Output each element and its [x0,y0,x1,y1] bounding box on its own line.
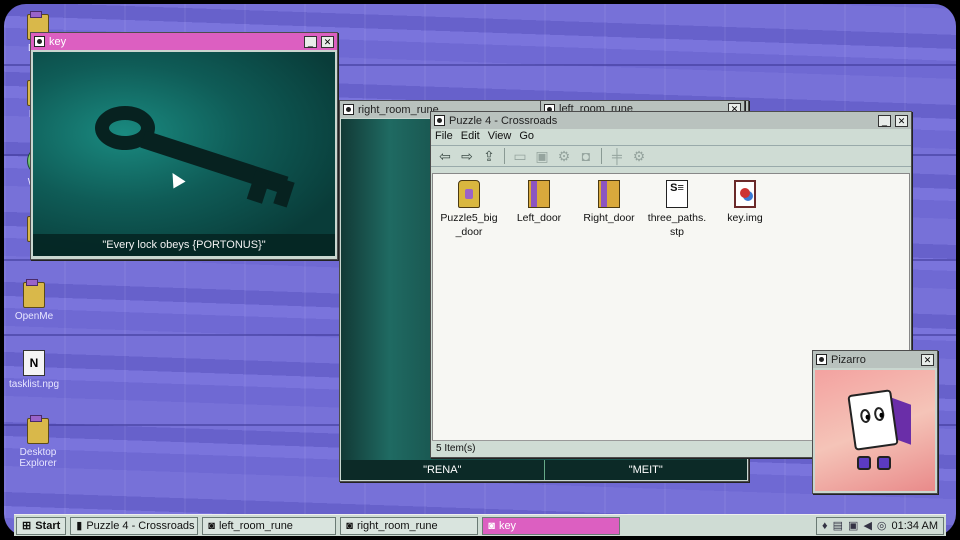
pizarro-window[interactable]: Pizarro ✕ [812,350,938,494]
clock[interactable]: 01:34 AM [892,520,938,532]
file-item[interactable]: S≡ three_paths. stp [643,180,711,239]
settings-gear-icon[interactable]: ⚙ [555,148,573,164]
taskbar-item-key[interactable]: ◙ key [482,516,621,535]
taskbar-item-puzzle[interactable]: ▮ Puzzle 4 - Crossroads [70,516,199,535]
rune-right-text: "MEIT" [628,464,663,476]
file-name: key.img [727,212,763,224]
menu-go[interactable]: Go [519,130,534,144]
lightbulb-icon [816,354,827,365]
desktop-icon-desktop-explorer[interactable]: Desktop Explorer [10,415,66,469]
taskbar-item-left-room-rune[interactable]: ◙ left_room_rune [202,516,337,535]
taskbar-item-right-room-rune[interactable]: ◙ right_room_rune [340,516,479,535]
minimize-button[interactable]: _ [304,35,317,48]
window-title: Pizarro [831,353,866,366]
image-viewer-icon: ◙ [488,519,495,532]
menu-edit[interactable]: Edit [461,130,480,144]
menu-bar: File Edit View Go [431,129,911,145]
network-icon[interactable]: ▤ [833,519,843,532]
close-button[interactable]: ✕ [321,35,334,48]
lightbulb-icon[interactable]: ♦ [822,520,828,532]
cut-icon[interactable]: ▭ [511,148,529,164]
image-icon [734,180,756,208]
image-viewer-icon: ◙ [208,519,215,532]
folder-icon [434,115,445,126]
file-name: Right_door [583,212,635,224]
taskbar-item-label: Puzzle 4 - Crossroads [86,519,195,532]
folder-icon [23,279,45,308]
window-titlebar[interactable]: key _ ✕ [31,33,337,50]
close-button[interactable]: ✕ [895,114,908,127]
start-button[interactable]: ⊞ Start [16,516,67,535]
desktop-icon-label: Desktop Explorer [19,447,57,469]
window-titlebar[interactable]: Puzzle 4 - Crossroads _ ✕ [431,112,911,129]
mascot-body-shape [847,389,899,451]
window-titlebar[interactable]: Pizarro ✕ [813,351,937,368]
start-logo-icon: ⊞ [22,520,32,532]
taskbar-item-label: right_room_rune [356,519,438,532]
desktop-icon-label: tasklist.npg [8,379,60,390]
toolbar-divider [601,148,602,164]
menu-view[interactable]: View [488,130,512,144]
mascot-eye [873,406,886,422]
properties-icon[interactable]: ◘ [577,148,595,164]
key-caption: "Every lock obeys {PORTONUS}" [33,234,335,256]
toolbar-divider [504,148,505,164]
file-name: Puzzle5_big _door [440,212,498,238]
locked-bag-icon [458,180,480,208]
mascot-eye [859,408,872,424]
file-item[interactable]: Right_door [575,180,643,225]
refresh-icon[interactable]: ⚙ [630,148,648,164]
taskbar-item-label: key [498,519,517,532]
key-image: "Every lock obeys {PORTONUS}" [33,52,335,256]
file-item[interactable]: key.img [711,180,779,225]
folder-icon [598,180,620,208]
taskbar: ⊞ Start ▮ Puzzle 4 - Crossroads ◙ left_r… [14,514,946,536]
folder-icon: ▮ [76,520,83,532]
file-item[interactable]: Puzzle5_big _door [435,180,503,239]
up-folder-icon[interactable]: ⇪ [480,148,498,164]
back-arrow-icon[interactable]: ⇦ [436,148,454,164]
copy-icon[interactable]: ▣ [533,148,551,164]
window-title: Puzzle 4 - Crossroads [449,114,558,127]
forward-arrow-icon[interactable]: ⇨ [458,148,476,164]
document-icon: N [23,350,45,376]
file-name: three_paths. stp [647,212,707,238]
mascot-foot [857,456,871,470]
pizarro-mascot[interactable] [815,370,935,491]
menu-file[interactable]: File [435,130,453,144]
taskbar-item-label: left_room_rune [218,519,293,532]
script-document-icon: S≡ [666,180,688,208]
toolbar: ⇦ ⇨ ⇪ ▭ ▣ ⚙ ◘ ╪ ⚙ [431,145,911,167]
close-button[interactable]: ✕ [921,353,934,366]
power-icon[interactable]: ◎ [877,519,887,532]
image-viewer-icon: ◙ [346,519,353,532]
image-viewer-icon [34,36,45,47]
file-name: Left_door [516,212,562,224]
display-icon[interactable]: ▣ [848,519,858,532]
key-window[interactable]: key _ ✕ "Every lock obeys {PORTONUS}" [30,32,338,260]
rune-caption-bar: "RENA" "MEIT" [341,460,747,480]
window-title: key [49,35,67,48]
system-tray: ♦ ▤ ▣ ◀ ◎ 01:34 AM [816,516,944,535]
adjust-icon[interactable]: ╪ [608,148,626,164]
image-viewer-icon [343,104,354,115]
start-label: Start [35,519,61,532]
desktop-icon-tasklist[interactable]: N tasklist.npg [6,350,62,390]
volume-icon[interactable]: ◀ [863,519,871,532]
mouse-cursor-icon [166,169,186,189]
desktop-icon-openme[interactable]: OpenMe [6,279,62,322]
mascot-foot [877,456,891,470]
desktop-icon-label: OpenMe [14,311,54,322]
minimize-button[interactable]: _ [878,114,891,127]
folder-icon [27,415,49,444]
file-item[interactable]: Left_door [505,180,573,225]
rune-left-text: "RENA" [341,460,545,480]
folder-icon [528,180,550,208]
